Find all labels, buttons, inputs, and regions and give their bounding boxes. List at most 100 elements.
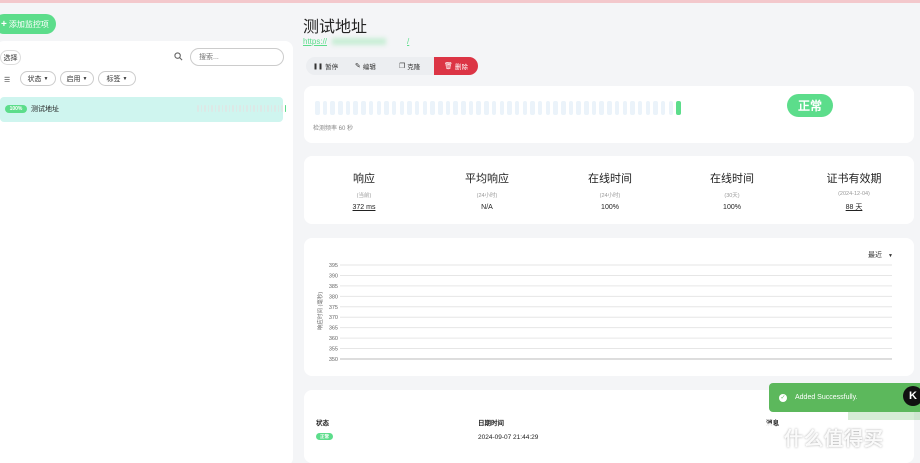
delete-button[interactable]: 🗑 删除: [434, 57, 478, 75]
heartbeat-beat[interactable]: [576, 101, 581, 115]
url-redaction: [332, 38, 386, 45]
heartbeat-beat[interactable]: [330, 101, 335, 115]
edit-label: 编辑: [362, 64, 376, 71]
response-chart-card: 最近 ▼ 响应时间 (毫秒) 395 390 385 380 375 370 365 360 3…: [304, 238, 914, 376]
heartbeat-beat[interactable]: [530, 101, 535, 115]
stat-sub: (24小时): [476, 193, 498, 199]
filter-status[interactable]: 状态 ▼: [20, 71, 56, 86]
heartbeat-beat[interactable]: [445, 101, 451, 115]
trash-icon: 🗑: [444, 63, 453, 70]
k-logo-icon[interactable]: K: [903, 386, 920, 406]
action-toolbar: ❚❚ 暂停 ✎ 编辑 ❐ 克隆 🗑 删除: [306, 57, 478, 75]
heartbeat-beat[interactable]: [561, 101, 566, 115]
heartbeat-beat[interactable]: [368, 101, 374, 115]
heartbeat-beat[interactable]: [676, 101, 681, 115]
heartbeat-beat[interactable]: [476, 101, 481, 115]
filter-icon[interactable]: ☰: [4, 76, 10, 84]
heartbeat-beat[interactable]: [668, 101, 674, 115]
heartbeat-beat[interactable]: [338, 101, 343, 115]
heartbeat-beat[interactable]: [414, 101, 420, 115]
heartbeat-beat[interactable]: [430, 101, 435, 115]
heartbeat-beat[interactable]: [622, 101, 627, 115]
heartbeat-beat[interactable]: [630, 101, 635, 115]
heartbeat-beat[interactable]: [645, 101, 651, 115]
edit-icon: ✎: [355, 63, 361, 70]
mini-heartbeat-beat: [242, 105, 244, 112]
heartbeat-beat[interactable]: [507, 101, 512, 115]
heartbeat-beat[interactable]: [391, 101, 397, 115]
mini-heartbeat-beat: [218, 105, 220, 112]
heartbeat-beat[interactable]: [545, 101, 551, 115]
chevron-down-icon: ▼: [122, 75, 128, 82]
select-button[interactable]: 选择: [0, 50, 21, 65]
stat-label: 在线时间: [588, 172, 632, 185]
add-monitor-button[interactable]: + 添加监控项: [0, 14, 56, 34]
mini-heartbeat-beat: [284, 105, 286, 112]
y-tick-label: 360: [329, 336, 338, 342]
mini-heartbeat-bar: [197, 105, 286, 112]
edit-button[interactable]: ✎ 编辑: [355, 57, 387, 75]
heartbeat-beat[interactable]: [438, 101, 443, 115]
filter-active[interactable]: 启用 ▼: [60, 71, 94, 86]
stat-sub: (当前): [356, 193, 372, 199]
heartbeat-beat[interactable]: [522, 101, 528, 115]
heartbeat-beat[interactable]: [453, 101, 458, 115]
stat-value[interactable]: 88 天: [794, 202, 914, 212]
heartbeat-beat[interactable]: [607, 101, 612, 115]
heartbeat-beat[interactable]: [614, 101, 620, 115]
add-monitor-label: 添加监控项: [8, 19, 49, 29]
filter-status-label: 状态: [27, 75, 42, 83]
pause-button[interactable]: ❚❚ 暂停: [313, 57, 343, 75]
heartbeat-beat[interactable]: [407, 101, 412, 115]
heartbeat-beat[interactable]: [537, 101, 543, 115]
heartbeat-beat[interactable]: [568, 101, 574, 115]
heartbeat-beat[interactable]: [553, 101, 558, 115]
heartbeat-beat[interactable]: [514, 101, 520, 115]
heartbeat-beat[interactable]: [499, 101, 504, 115]
mini-heartbeat-beat: [207, 105, 209, 112]
col-header-status: 状态: [316, 420, 329, 427]
heartbeat-beat[interactable]: [484, 101, 489, 115]
plus-icon: +: [1, 18, 7, 30]
heartbeat-beat[interactable]: [399, 101, 405, 115]
heartbeat-beat[interactable]: [315, 101, 320, 115]
stat-label: 响应: [353, 172, 375, 185]
heartbeat-beat[interactable]: [660, 101, 666, 115]
heartbeat-beat[interactable]: [384, 101, 389, 115]
heartbeat-beat[interactable]: [345, 101, 351, 115]
heartbeat-beat[interactable]: [584, 101, 589, 115]
heartbeat-beat[interactable]: [468, 101, 474, 115]
heartbeat-beat[interactable]: [653, 101, 658, 115]
success-toast[interactable]: ✓ Added Successfully.: [769, 383, 920, 412]
clone-button[interactable]: ❐ 克隆: [399, 57, 429, 75]
list-item[interactable]: 100% 测试地址: [0, 97, 286, 122]
mini-heartbeat-beat: [239, 105, 241, 112]
heartbeat-beat[interactable]: [376, 101, 381, 115]
mini-heartbeat-beat: [214, 105, 216, 112]
heartbeat-beat[interactable]: [353, 101, 358, 115]
stat-label: 证书有效期: [826, 172, 882, 185]
search-input[interactable]: [190, 48, 284, 66]
heartbeat-beat[interactable]: [591, 101, 597, 115]
filter-tags[interactable]: 标签 ▼: [98, 71, 136, 86]
heartbeat-beat[interactable]: [637, 101, 643, 115]
heartbeat-beat[interactable]: [461, 101, 466, 115]
heartbeat-beat[interactable]: [599, 101, 604, 115]
mini-heartbeat-beat: [263, 105, 265, 112]
check-icon: ✓: [779, 393, 787, 402]
pause-label: 暂停: [325, 64, 339, 71]
mini-heartbeat-beat: [249, 105, 251, 112]
heartbeat-beat[interactable]: [422, 101, 428, 115]
mini-heartbeat-beat: [270, 105, 272, 112]
stat-response: 响应 (当前) 372 ms: [304, 170, 424, 211]
stat-value[interactable]: 372 ms: [304, 204, 424, 211]
heartbeat-beat[interactable]: [361, 101, 366, 115]
y-tick-label: 365: [329, 326, 338, 332]
heartbeat-beat[interactable]: [491, 101, 497, 115]
mini-heartbeat-beat: [246, 105, 248, 112]
stat-value: 100%: [723, 204, 741, 211]
stat-uptime-24h: 在线时间 (24小时) 100%: [550, 170, 670, 211]
mini-heartbeat-beat: [204, 105, 206, 112]
heartbeat-beat[interactable]: [322, 101, 328, 115]
filter-tags-label: 标签: [106, 75, 121, 83]
